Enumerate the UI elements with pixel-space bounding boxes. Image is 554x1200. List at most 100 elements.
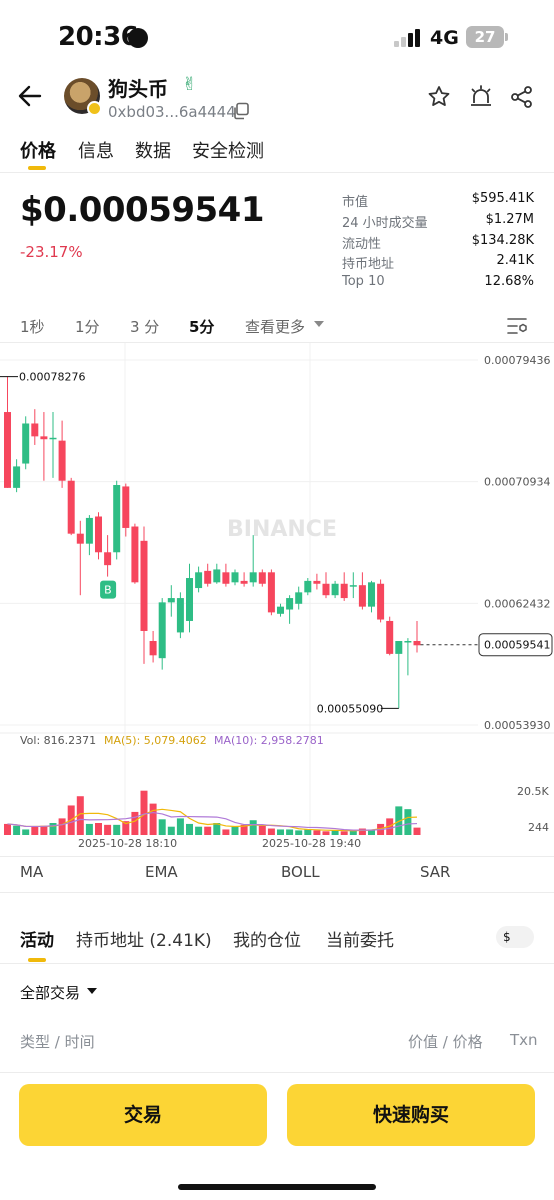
currency-toggle[interactable]: $ — [496, 926, 534, 948]
volume-bar — [186, 823, 193, 835]
quick-buy-button[interactable]: 快速购买 — [287, 1084, 535, 1146]
candle-body — [4, 412, 11, 488]
current-price-label: 0.00059541 — [484, 639, 550, 652]
divider — [0, 172, 554, 173]
candle — [140, 526, 148, 664]
tab-price[interactable]: 价格 — [20, 137, 56, 163]
stat-value-liquidity: $134.28K — [471, 233, 534, 248]
candle-body — [267, 572, 275, 613]
indicator-sar[interactable]: SAR — [420, 863, 450, 881]
volume-bar — [58, 818, 66, 835]
candle-body — [340, 583, 348, 599]
hand-icon: ✌ — [182, 74, 198, 95]
candle-body — [140, 540, 148, 631]
candle-body — [304, 580, 312, 593]
vol-legend: Vol: 816.2371 — [20, 734, 96, 747]
divider — [0, 963, 554, 964]
y-tick-label: 0.00062432 — [484, 597, 550, 610]
interval-3m[interactable]: 3 分 — [130, 316, 159, 337]
candle-body — [113, 485, 121, 553]
candle-body — [13, 466, 21, 488]
tab-data[interactable]: 数据 — [135, 137, 171, 163]
column-value-price: 价值 / 价格 — [408, 1033, 483, 1051]
trade-filter-dropdown[interactable]: 全部交易 — [20, 982, 80, 1003]
candle — [395, 640, 403, 709]
volume-bar — [313, 830, 321, 835]
chart-settings-icon[interactable] — [506, 316, 528, 336]
price-chart[interactable]: BINANCE 0.00079436 0.00070934 0.00062432 0.… — [0, 343, 554, 858]
stat-value-holders: 2.41K — [496, 253, 534, 268]
tab-info[interactable]: 信息 — [78, 137, 114, 163]
volume-bar — [322, 831, 330, 835]
tab-security[interactable]: 安全检测 — [192, 137, 264, 163]
candle — [58, 420, 66, 488]
volume-bar — [95, 823, 102, 835]
candle-body — [22, 423, 30, 464]
stat-label-holders: 持币地址 — [342, 257, 395, 272]
indicator-boll[interactable]: BOLL — [281, 863, 320, 881]
stat-value-volume: $1.27M — [485, 212, 534, 227]
divider — [0, 856, 554, 857]
volume-bar — [149, 803, 157, 835]
volume-bar — [331, 830, 339, 835]
copy-icon[interactable] — [232, 102, 250, 120]
candle — [358, 572, 366, 610]
share-icon[interactable] — [509, 84, 535, 110]
volume-bar — [340, 831, 348, 835]
candle — [131, 523, 139, 584]
candle — [286, 595, 294, 624]
indicator-ema[interactable]: EMA — [145, 863, 178, 881]
candles — [4, 376, 421, 709]
stat-value-market-cap: $595.41K — [471, 191, 534, 206]
volume-bar — [267, 828, 275, 835]
candle — [186, 563, 193, 633]
trade-button[interactable]: 交易 — [19, 1084, 267, 1146]
alert-bell-icon[interactable] — [468, 84, 494, 110]
back-arrow-icon[interactable] — [16, 82, 44, 110]
volume-bar — [249, 820, 257, 835]
candle — [40, 412, 48, 481]
candle-body — [231, 572, 239, 583]
tab-open-orders[interactable]: 当前委托 — [326, 926, 394, 951]
interval-more[interactable]: 查看更多 — [245, 316, 305, 337]
price-change: -23.17% — [20, 243, 83, 261]
candle — [386, 616, 394, 656]
candle-body — [322, 583, 330, 596]
tab-activity[interactable]: 活动 — [20, 926, 54, 951]
candle-body — [349, 585, 357, 587]
interval-1s[interactable]: 1秒 — [20, 316, 45, 337]
candle-body — [67, 480, 75, 534]
divider — [0, 1072, 554, 1073]
candle-body — [158, 602, 166, 659]
candle-body — [131, 526, 139, 583]
volume-bar — [158, 819, 166, 835]
candle-body — [204, 570, 212, 584]
buy-marker-label: B — [104, 584, 112, 597]
tab-holders[interactable]: 持币地址 (2.41K) — [76, 926, 212, 951]
candle — [368, 580, 375, 613]
candle-body — [186, 578, 193, 621]
battery-tip — [505, 33, 508, 41]
star-icon[interactable] — [426, 84, 452, 110]
candle — [149, 630, 157, 663]
volume-bar — [295, 830, 303, 835]
candle — [331, 580, 339, 599]
stat-label-market-cap: 市值 — [342, 195, 369, 210]
interval-1m[interactable]: 1分 — [75, 316, 100, 337]
tab-my-positions[interactable]: 我的仓位 — [233, 926, 301, 951]
candle-body — [240, 580, 248, 584]
stat-label-volume: 24 小时成交量 — [342, 216, 428, 231]
candle-body — [95, 516, 102, 553]
x-label: 2025-10-28 19:40 — [262, 837, 361, 850]
low-price-label: 0.00055090 — [317, 702, 383, 715]
candle-body — [395, 640, 403, 654]
indicator-ma[interactable]: MA — [20, 863, 43, 881]
volume-bar — [413, 827, 421, 835]
stat-label-top10: Top 10 — [342, 274, 385, 289]
volume-bar — [131, 811, 139, 835]
x-label: 2025-10-28 18:10 — [78, 837, 177, 850]
candle — [413, 620, 421, 653]
y-tick-label: 0.00053930 — [484, 719, 550, 732]
candle — [195, 566, 203, 593]
interval-5m[interactable]: 5分 — [189, 316, 214, 337]
